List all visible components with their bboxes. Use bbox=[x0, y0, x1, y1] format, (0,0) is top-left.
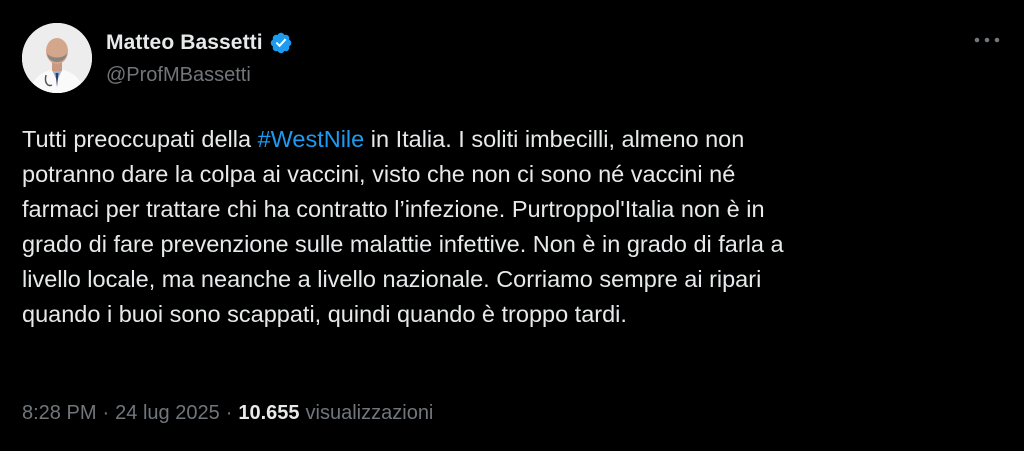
hashtag-link[interactable]: #WestNile bbox=[258, 126, 365, 152]
tweet-line: farmaci per trattare chi ha contratto l’… bbox=[22, 196, 765, 222]
tweet-line: grado di fare prevenzione sulle malattie… bbox=[22, 231, 784, 257]
tweet-text-segment: Tutti preoccupati della bbox=[22, 126, 258, 152]
views-count: 10.655 bbox=[238, 402, 300, 424]
tweet-card: Matteo Bassetti @ProfMBassetti Tutti pre… bbox=[0, 0, 1024, 451]
tweet-text-segment: in Italia. I soliti imbecilli, almeno no… bbox=[364, 126, 745, 152]
tweet-line: Tutti preoccupati della #WestNile in Ita… bbox=[22, 122, 1007, 157]
tweet-line: quando i buoi sono scappati, quindi quan… bbox=[22, 301, 627, 327]
author-name-row: Matteo Bassetti bbox=[106, 30, 293, 56]
views-label: visualizzazioni bbox=[305, 402, 434, 424]
avatar[interactable] bbox=[22, 23, 92, 93]
tweet-time[interactable]: 8:28 PM bbox=[22, 402, 96, 425]
meta-separator: · bbox=[225, 402, 233, 424]
author-handle[interactable]: @ProfMBassetti bbox=[106, 64, 251, 87]
more-options-icon[interactable] bbox=[972, 28, 1002, 52]
tweet-line: livello locale, ma neanche a livello naz… bbox=[22, 266, 762, 292]
author-display-name[interactable]: Matteo Bassetti bbox=[106, 31, 263, 55]
verified-badge-icon[interactable] bbox=[269, 31, 293, 55]
tweet-meta: 8:28 PM · 24 lug 2025 · 10.655 visualizz… bbox=[22, 402, 433, 425]
tweet-date[interactable]: 24 lug 2025 bbox=[115, 402, 220, 425]
tweet-text: Tutti preoccupati della #WestNile in Ita… bbox=[22, 122, 1007, 332]
meta-separator: · bbox=[102, 402, 110, 424]
tweet-line: potranno dare la colpa ai vaccini, visto… bbox=[22, 161, 736, 187]
